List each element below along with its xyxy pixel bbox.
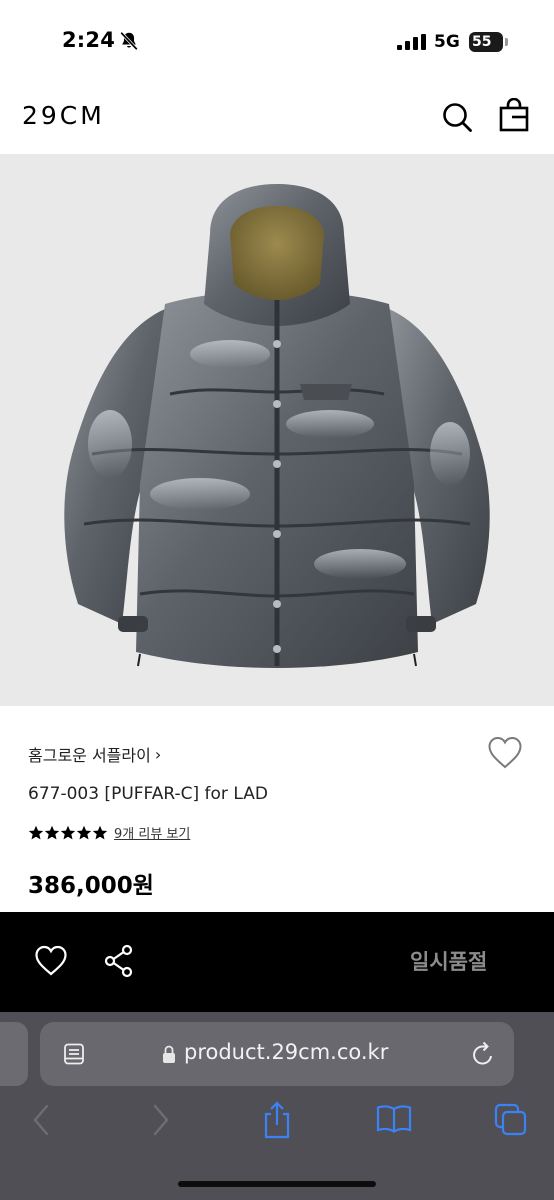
- brand-name: 홈그로운 서플라이: [28, 746, 151, 765]
- puffer-jacket-image: [0, 154, 554, 706]
- network-type: 5G: [434, 32, 460, 52]
- star-rating: [28, 825, 108, 841]
- heart-icon[interactable]: [487, 736, 523, 770]
- previous-tab-preview[interactable]: [0, 1022, 28, 1086]
- star-icon: [44, 825, 60, 839]
- share-icon[interactable]: [104, 944, 134, 978]
- status-time: 2:24: [62, 28, 116, 52]
- product-name: 677-003 [PUFFAR-C] for LAD: [28, 784, 268, 804]
- url-text[interactable]: product.29cm.co.kr: [184, 1040, 388, 1064]
- battery-icon: 55: [469, 32, 509, 52]
- product-image[interactable]: [0, 154, 554, 706]
- home-indicator: [178, 1181, 376, 1187]
- star-icon: [28, 825, 44, 839]
- back-icon[interactable]: [30, 1102, 52, 1138]
- lock-icon: [163, 1045, 175, 1063]
- soldout-button[interactable]: 일시품절: [410, 946, 487, 976]
- cellular-signal-icon: [397, 34, 426, 50]
- purchase-action-bar: 일시품절: [0, 912, 554, 1012]
- brand-link[interactable]: 홈그로운 서플라이 ›: [28, 742, 161, 766]
- brand-logo[interactable]: 29CM: [22, 101, 105, 130]
- status-bar: 2:24 5G 55: [0, 0, 554, 80]
- product-price: 386,000원: [28, 873, 154, 899]
- heart-icon[interactable]: [34, 945, 68, 977]
- shopping-bag-icon[interactable]: [499, 98, 529, 132]
- chevron-right-icon: ›: [154, 744, 162, 764]
- star-icon: [76, 825, 92, 839]
- app-header: 29CM: [0, 80, 554, 154]
- tabs-icon[interactable]: [494, 1103, 528, 1137]
- reload-icon[interactable]: [470, 1040, 496, 1068]
- search-icon[interactable]: [441, 101, 473, 133]
- address-bar[interactable]: product.29cm.co.kr: [40, 1022, 514, 1086]
- bell-slash-icon: [120, 31, 138, 51]
- rating-row: 9개 리뷰 보기: [28, 823, 190, 842]
- reader-icon[interactable]: [62, 1042, 86, 1066]
- review-link[interactable]: 9개 리뷰 보기: [114, 823, 190, 842]
- share-icon[interactable]: [262, 1100, 292, 1140]
- star-icon: [60, 825, 76, 839]
- bookmarks-icon[interactable]: [376, 1104, 412, 1134]
- product-info: 홈그로운 서플라이 › 677-003 [PUFFAR-C] for LAD 9…: [0, 706, 554, 912]
- forward-icon[interactable]: [150, 1102, 172, 1138]
- battery-level: 55: [472, 34, 492, 50]
- star-icon: [92, 825, 108, 839]
